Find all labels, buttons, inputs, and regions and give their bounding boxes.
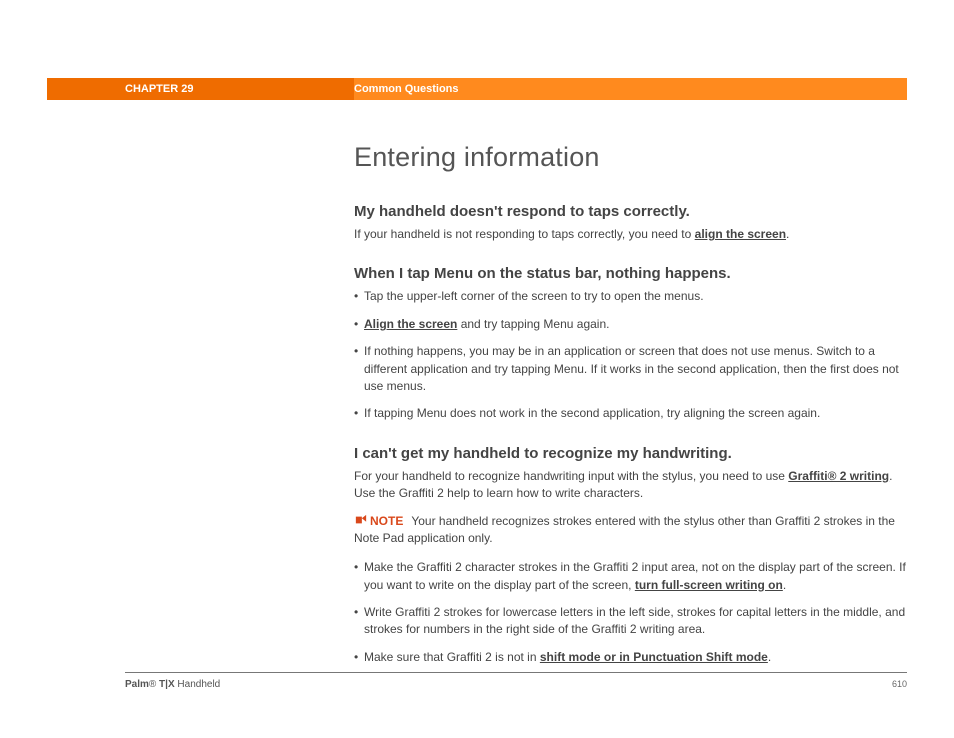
q1-heading: My handheld doesn't respond to taps corr… [354,203,910,220]
note-text: Your handheld recognizes strokes entered… [354,514,895,545]
brand-tail: Handheld [175,679,221,690]
list-text: Write Graffiti 2 strokes for lowercase l… [364,605,905,636]
list-item: If tapping Menu does not work in the sec… [354,405,910,422]
content-area: Entering information My handheld doesn't… [354,142,910,676]
q3-intro-before: For your handheld to recognize handwriti… [354,469,788,483]
page-title: Entering information [354,142,910,173]
section-title: Common Questions [354,78,907,100]
brand-palm: Palm [125,679,149,690]
header-bar: CHAPTER 29 Common Questions [47,78,907,100]
brand-model: T|X [156,679,174,690]
list-item: Write Graffiti 2 strokes for lowercase l… [354,604,910,639]
chapter-label: CHAPTER 29 [47,78,354,100]
document-page: CHAPTER 29 Common Questions Entering inf… [0,0,954,738]
list-text: Tap the upper-left corner of the screen … [364,289,704,303]
list-text: If nothing happens, you may be in an app… [364,344,899,393]
align-screen-link[interactable]: align the screen [695,227,786,241]
list-item: Make sure that Graffiti 2 is not in shif… [354,649,910,666]
list-item: Tap the upper-left corner of the screen … [354,288,910,305]
graffiti-writing-link[interactable]: Graffiti® 2 writing [788,469,889,483]
page-number: 610 [892,679,907,689]
list-text: If tapping Menu does not work in the sec… [364,406,820,420]
q3-heading: I can't get my handheld to recognize my … [354,445,910,462]
list-item: If nothing happens, you may be in an app… [354,343,910,395]
list-item: Make the Graffiti 2 character strokes in… [354,559,910,594]
note-label: NOTE [370,514,403,528]
note-row: NOTEYour handheld recognizes strokes ent… [354,513,910,548]
fullscreen-writing-link[interactable]: turn full-screen writing on [635,578,783,592]
list-text: Make sure that Graffiti 2 is not in [364,650,540,664]
list-item: Align the screen and try tapping Menu ag… [354,316,910,333]
align-screen-link[interactable]: Align the screen [364,317,457,331]
q1-text-after: . [786,227,789,241]
q1-text-before: If your handheld is not responding to ta… [354,227,695,241]
q2-heading: When I tap Menu on the status bar, nothi… [354,265,910,282]
list-text-after: . [783,578,786,592]
list-text-after: . [768,650,771,664]
q2-list: Tap the upper-left corner of the screen … [354,288,910,422]
q3-intro: For your handheld to recognize handwriti… [354,468,910,503]
shift-mode-link[interactable]: shift mode or in Punctuation Shift mode [540,650,768,664]
footer: Palm® T|X Handheld 610 [125,672,907,690]
list-text: and try tapping Menu again. [457,317,609,331]
footer-brand: Palm® T|X Handheld [125,679,220,690]
note-icon [354,514,368,526]
q3-list: Make the Graffiti 2 character strokes in… [354,559,910,666]
q1-text: If your handheld is not responding to ta… [354,226,910,243]
